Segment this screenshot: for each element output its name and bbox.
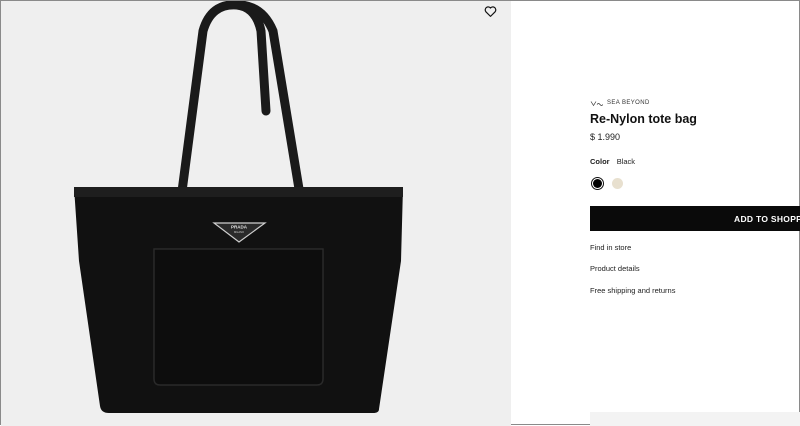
product-image-pane: PRADA MILANO (1, 1, 511, 426)
color-label: Color (590, 157, 610, 166)
logo-text-bottom: MILANO (234, 230, 244, 234)
color-value: Black (616, 157, 636, 166)
swatch-beige[interactable] (611, 177, 624, 190)
product-title: Re-Nylon tote bag (590, 112, 697, 126)
color-row: Color Black (590, 157, 800, 166)
product-info: SEA BEYOND Re-Nylon tote bag $ 1.990 Col… (590, 98, 800, 190)
bottom-panel (590, 412, 800, 426)
find-in-store-link[interactable]: Find in store (590, 243, 631, 252)
color-swatches (591, 177, 800, 190)
product-image: PRADA MILANO (74, 1, 403, 413)
favorite-heart-icon[interactable] (482, 3, 498, 19)
product-price: $ 1.990 (590, 132, 621, 142)
swatch-black[interactable] (591, 177, 604, 190)
brand-tag: SEA BEYOND (590, 98, 800, 108)
add-to-bag-button[interactable]: ADD TO SHOPPI (590, 206, 800, 231)
shipping-returns-link[interactable]: Free shipping and returns (590, 286, 675, 295)
brand-tag-label: SEA BEYOND (607, 100, 650, 106)
logo-text-top: PRADA (231, 225, 248, 230)
sea-beyond-logo-icon (590, 100, 603, 106)
product-details-link[interactable]: Product details (590, 264, 640, 273)
